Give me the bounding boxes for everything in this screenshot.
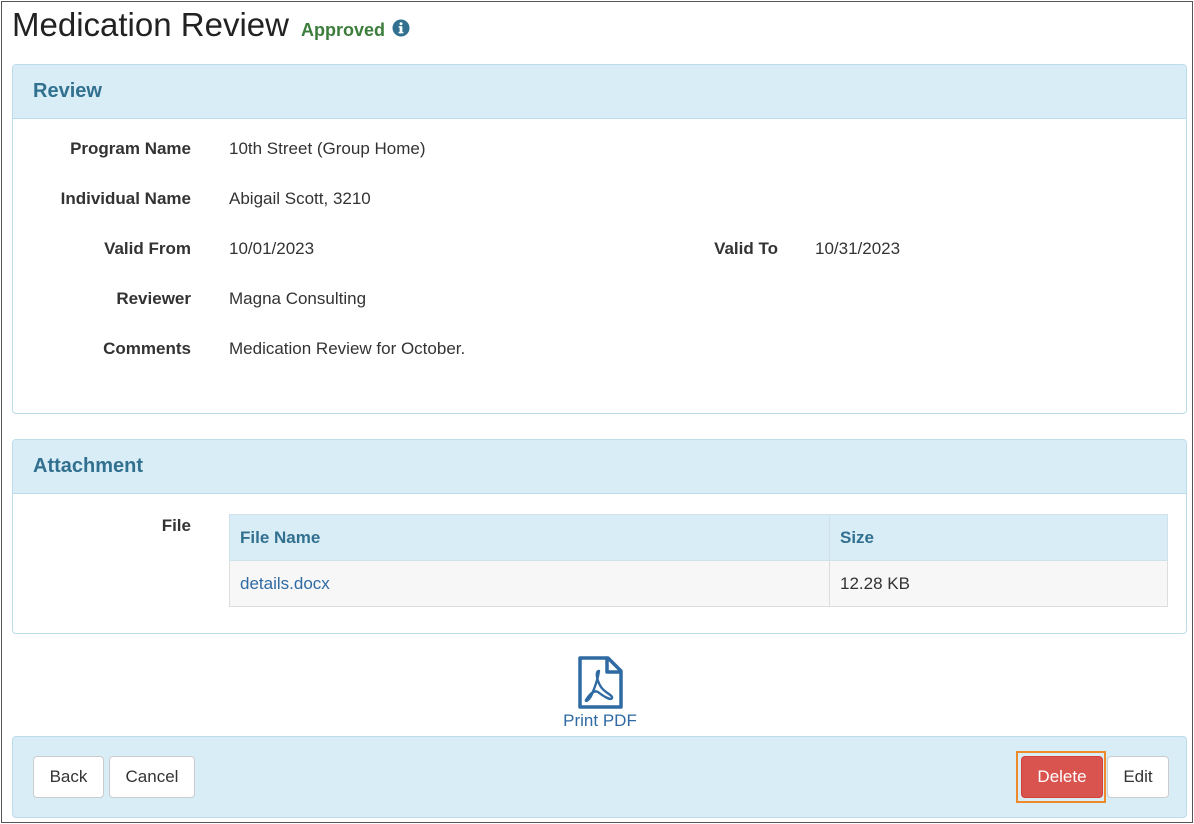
file-size-cell: 12.28 KB [829,560,1168,607]
attachment-table: File Name Size details.docx 12.28 KB [229,514,1168,607]
individual-name-value: Abigail Scott, 3210 [229,189,371,208]
cancel-button[interactable]: Cancel [109,756,195,798]
program-name-label: Program Name [70,139,191,158]
edit-button[interactable]: Edit [1107,756,1169,798]
page-title: Medication Review [12,6,289,43]
status-badge: Approved [300,20,385,40]
reviewer-label: Reviewer [116,289,191,308]
review-panel: Review Program Name 10th Street (Group H… [12,64,1187,414]
individual-name-label: Individual Name [60,189,191,208]
valid-to-label: Valid To [714,239,778,258]
column-header-size: Size [829,514,1168,561]
table-header-row: File Name Size [229,514,1168,561]
file-label: File [161,516,191,535]
pdf-file-icon [576,656,624,710]
valid-dates-row: Valid From 10/01/2023 Valid To 10/31/202… [13,239,1113,263]
file-link[interactable]: details.docx [240,574,330,593]
table-row: details.docx 12.28 KB [229,560,1168,607]
page-frame: Medication Review Approved Review Progra… [1,1,1193,823]
back-button[interactable]: Back [33,756,104,798]
print-pdf-button[interactable]: Print PDF [558,656,642,731]
file-name-cell: details.docx [229,560,830,607]
column-header-file-name: File Name [229,514,830,561]
program-name-value: 10th Street (Group Home) [229,139,426,158]
comments-label: Comments [103,339,191,358]
delete-button[interactable]: Delete [1021,756,1103,798]
delete-highlight: Delete [1016,751,1106,803]
reviewer-value: Magna Consulting [229,289,367,308]
review-panel-heading: Review [13,65,1186,119]
page-header: Medication Review Approved [12,6,410,44]
print-pdf-label: Print PDF [563,711,637,730]
info-circle-icon[interactable] [392,19,410,37]
action-footer: Back Cancel Delete Edit [12,736,1187,818]
valid-to-value: 10/31/2023 [815,239,901,258]
comments-value: Medication Review for October. [229,339,466,358]
attachment-panel-heading: Attachment [13,440,1186,494]
valid-from-label: Valid From [104,239,191,258]
attachment-panel: Attachment File File Name Size details.d… [12,439,1187,634]
valid-from-value: 10/01/2023 [229,239,315,258]
